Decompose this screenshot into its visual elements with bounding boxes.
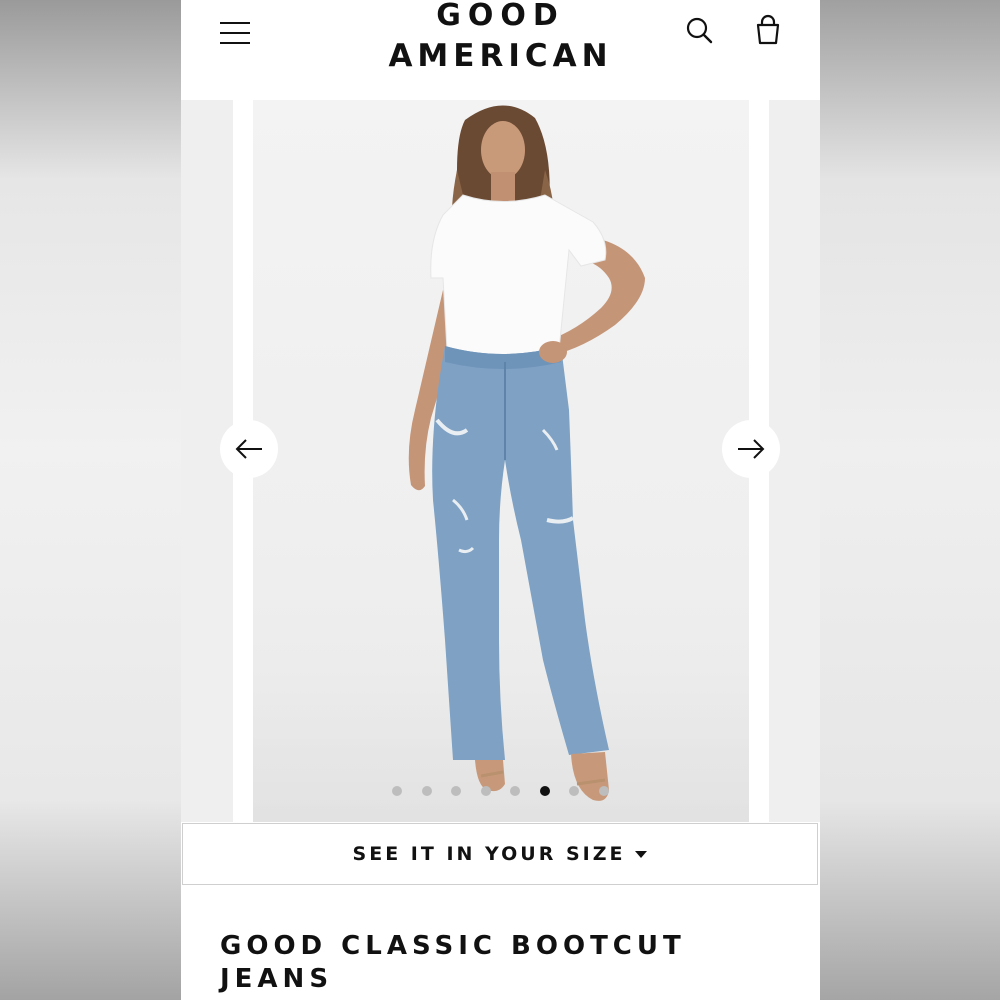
carousel-dot-2[interactable] (421, 786, 432, 796)
product-image (253, 100, 749, 822)
carousel-dot-8[interactable] (598, 786, 609, 796)
model-photo (408, 105, 645, 801)
brand-logo-line1[interactable]: GOOD (181, 0, 820, 33)
mobile-page: GOOD AMERICAN SEE IT IN YOUR SIZE GOOD C… (181, 0, 820, 1000)
product-image-carousel[interactable] (181, 100, 820, 822)
see-it-in-your-size-label: SEE IT IN YOUR SIZE (352, 843, 626, 865)
search-icon[interactable] (685, 16, 715, 46)
caret-down-icon (635, 850, 648, 858)
brand-logo-line2[interactable]: AMERICAN (181, 38, 820, 74)
see-it-in-your-size-button[interactable]: SEE IT IN YOUR SIZE (182, 823, 818, 885)
blurred-background-right (820, 0, 1000, 1000)
carousel-dot-6[interactable] (539, 786, 550, 796)
shopping-bag-icon[interactable] (753, 14, 783, 48)
carousel-dot-3[interactable] (451, 786, 461, 796)
arrow-right-icon (738, 439, 765, 459)
carousel-dot-1[interactable] (392, 786, 402, 796)
arrow-left-icon (235, 439, 262, 459)
product-title: GOOD CLASSIC BOOTCUT JEANS (220, 931, 686, 994)
next-image-button[interactable] (722, 420, 780, 478)
carousel-dot-4[interactable] (480, 786, 491, 796)
previous-image-button[interactable] (220, 420, 278, 478)
carousel-dot-7[interactable] (569, 786, 579, 796)
carousel-dot-5[interactable] (510, 786, 520, 796)
site-header: GOOD AMERICAN (181, 0, 820, 100)
blurred-background-left (0, 0, 181, 1000)
